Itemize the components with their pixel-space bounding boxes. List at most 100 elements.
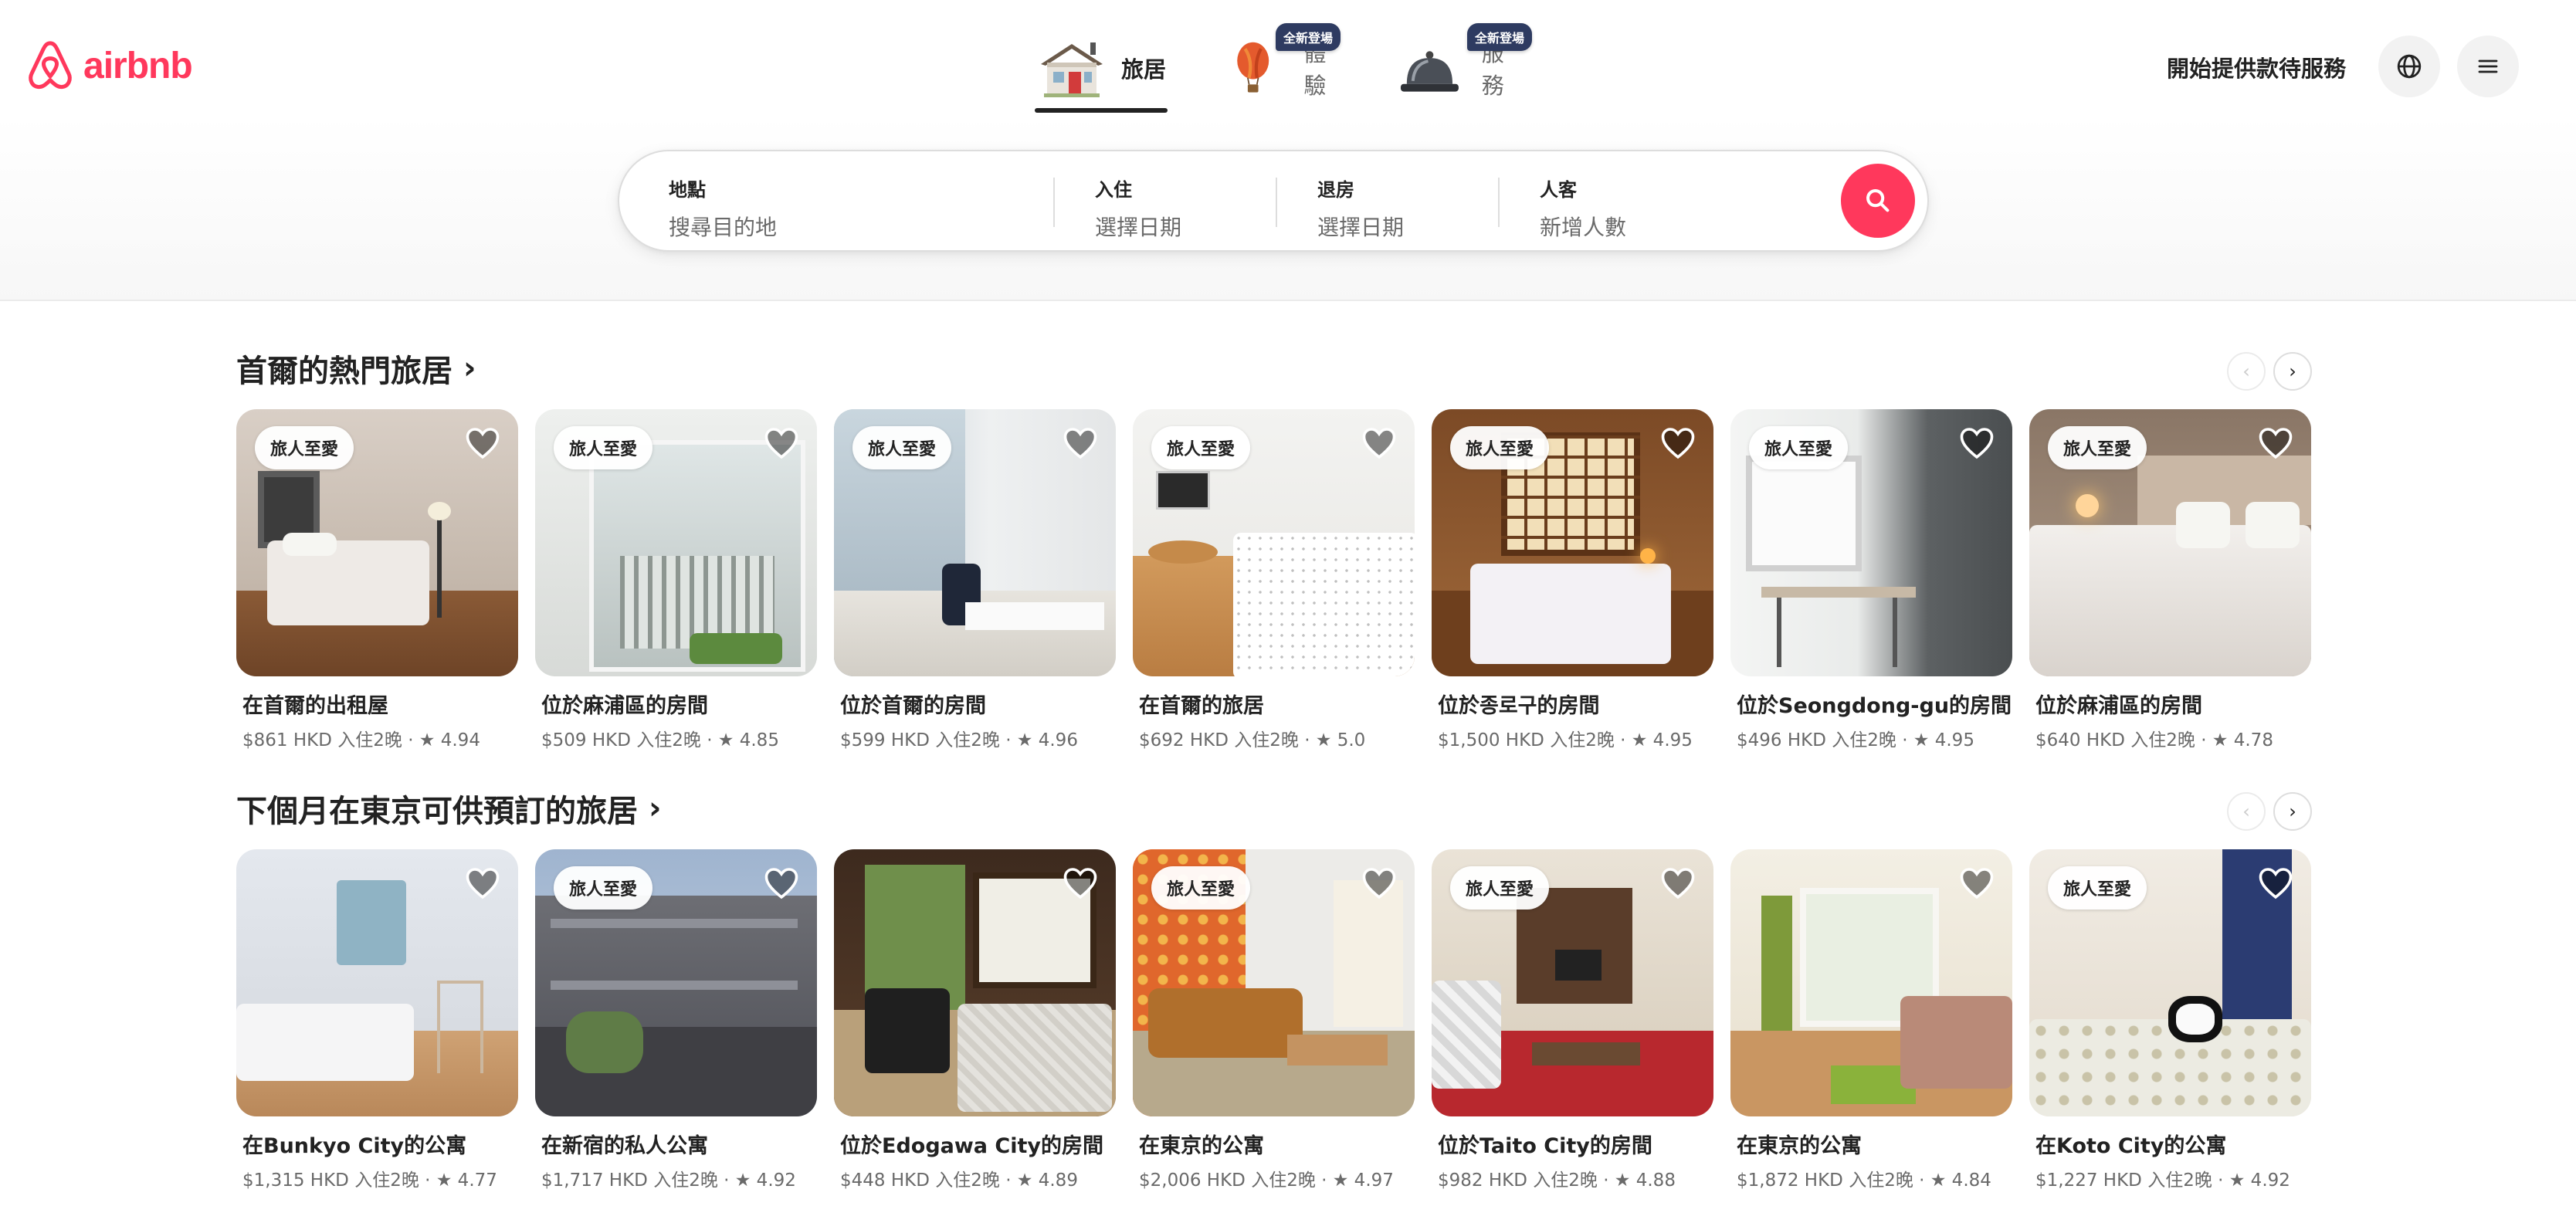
listing-photo[interactable]: 旅人至愛 bbox=[535, 849, 817, 1116]
heart-icon[interactable] bbox=[1361, 425, 1398, 462]
listing-photo[interactable]: 旅人至愛 bbox=[1133, 409, 1415, 676]
listing-price-rating: $496 HKD 入住2晚 · ★ 4.95 bbox=[1737, 730, 1974, 750]
heart-icon[interactable] bbox=[464, 425, 501, 462]
listing-photo[interactable]: 旅人至愛 bbox=[1133, 849, 1415, 1116]
listing-card[interactable]: 旅人至愛 位於Seongdong-gu的房間 $496 HKD 入住2晚 · ★… bbox=[1730, 409, 2012, 751]
heart-icon[interactable] bbox=[1659, 865, 1696, 902]
service-bell-icon bbox=[1400, 51, 1459, 92]
listing-photo[interactable]: 旅人至愛 bbox=[834, 409, 1116, 676]
listing-title: 在東京的公寓 bbox=[1139, 1134, 1264, 1158]
listing-card[interactable]: 位於Edogawa City的房間 $448 HKD 入住2晚 · ★ 4.89 bbox=[834, 849, 1116, 1191]
heart-icon[interactable] bbox=[1958, 425, 1995, 462]
heart-icon[interactable] bbox=[763, 425, 800, 462]
checkin-field[interactable]: 入住 選擇日期 bbox=[1095, 174, 1181, 242]
listing-photo[interactable]: 旅人至愛 bbox=[2029, 409, 2311, 676]
guest-favorite-badge: 旅人至愛 bbox=[554, 426, 653, 469]
listing-photo[interactable] bbox=[834, 849, 1116, 1116]
heart-icon[interactable] bbox=[1062, 865, 1099, 902]
tab-services[interactable]: 服務 全新登場 bbox=[1396, 23, 1533, 113]
tab-stays[interactable]: 旅居 bbox=[1035, 23, 1168, 113]
globe-icon bbox=[2397, 54, 2422, 79]
listing-card[interactable]: 旅人至愛 位於Taito City的房間 $982 HKD 入住2晚 · ★ 4… bbox=[1432, 849, 1713, 1191]
destination-field[interactable]: 地點 搜尋目的地 bbox=[669, 174, 777, 242]
guest-favorite-badge: 旅人至愛 bbox=[1450, 866, 1550, 910]
divider bbox=[1053, 178, 1055, 227]
section-seoul-popular: 首爾的熱門旅居 › ‹ › 旅人至愛 在首爾的出租屋 $861 HKD 入住2晚… bbox=[236, 346, 2312, 750]
checkout-field[interactable]: 退房 選擇日期 bbox=[1317, 174, 1404, 242]
search-bar: 地點 搜尋目的地 入住 選擇日期 退房 選擇日期 人客 新增人數 bbox=[618, 150, 1929, 252]
listing-photo[interactable]: 旅人至愛 bbox=[1432, 409, 1713, 676]
guests-field[interactable]: 人客 新增人數 bbox=[1540, 174, 1626, 242]
listing-price-rating: $1,315 HKD 入住2晚 · ★ 4.77 bbox=[242, 1170, 497, 1191]
listing-price-rating: $861 HKD 入住2晚 · ★ 4.94 bbox=[242, 730, 480, 750]
divider bbox=[1276, 178, 1277, 227]
heart-icon[interactable] bbox=[763, 865, 800, 902]
field-label: 退房 bbox=[1317, 179, 1354, 201]
hamburger-menu-icon bbox=[2478, 59, 2498, 73]
listing-photo[interactable]: 旅人至愛 bbox=[1432, 849, 1713, 1116]
carousel-next-button[interactable]: › bbox=[2273, 352, 2312, 391]
brand-name: airbnb bbox=[83, 45, 193, 86]
checkout-placeholder: 選擇日期 bbox=[1317, 215, 1405, 240]
listing-photo[interactable] bbox=[1730, 849, 2012, 1116]
guest-favorite-badge: 旅人至愛 bbox=[2048, 426, 2147, 469]
divider bbox=[1498, 178, 1500, 227]
heart-icon[interactable] bbox=[1659, 425, 1696, 462]
listing-title: 位於麻浦區的房間 bbox=[2035, 694, 2202, 718]
listing-title: 位於首爾的房間 bbox=[840, 694, 986, 718]
main-menu-button[interactable] bbox=[2457, 36, 2519, 97]
new-badge: 全新登場 bbox=[1467, 23, 1533, 51]
listing-card[interactable]: 旅人至愛 位於종로구的房間 $1,500 HKD 入住2晚 · ★ 4.95 bbox=[1432, 409, 1713, 751]
carousel-prev-button[interactable]: ‹ bbox=[2227, 792, 2266, 831]
listing-card[interactable]: 旅人至愛 在首爾的旅居 $692 HKD 入住2晚 · ★ 5.0 bbox=[1133, 409, 1415, 751]
heart-icon[interactable] bbox=[464, 865, 501, 902]
become-host-link[interactable]: 開始提供款待服務 bbox=[2167, 51, 2346, 83]
listing-price-rating: $448 HKD 入住2晚 · ★ 4.89 bbox=[840, 1170, 1078, 1191]
section-title: 首爾的熱門旅居 bbox=[236, 354, 452, 389]
search-button[interactable] bbox=[1841, 164, 1915, 238]
listing-card[interactable]: 旅人至愛 位於麻浦區的房間 $640 HKD 入住2晚 · ★ 4.78 bbox=[2029, 409, 2311, 751]
listing-card[interactable]: 旅人至愛 在新宿的私人公寓 $1,717 HKD 入住2晚 · ★ 4.92 bbox=[535, 849, 817, 1191]
listing-card[interactable]: 旅人至愛 在Koto City的公寓 $1,227 HKD 入住2晚 · ★ 4… bbox=[2029, 849, 2311, 1191]
destination-placeholder: 搜尋目的地 bbox=[669, 215, 778, 240]
listing-title: 在首爾的出租屋 bbox=[242, 694, 388, 718]
listing-card[interactable]: 在Bunkyo City的公寓 $1,315 HKD 入住2晚 · ★ 4.77 bbox=[236, 849, 518, 1191]
heart-icon[interactable] bbox=[1958, 865, 1995, 902]
guest-favorite-badge: 旅人至愛 bbox=[1151, 866, 1251, 910]
section-tokyo-next-month: 下個月在東京可供預訂的旅居 › ‹ › 在Bunkyo City的公寓 $1,3… bbox=[236, 786, 2312, 1191]
listing-photo[interactable]: 旅人至愛 bbox=[236, 409, 518, 676]
heart-icon[interactable] bbox=[2257, 865, 2294, 902]
listing-card[interactable]: 旅人至愛 在東京的公寓 $2,006 HKD 入住2晚 · ★ 4.97 bbox=[1133, 849, 1415, 1191]
chevron-right-icon: › bbox=[463, 351, 476, 386]
listing-card[interactable]: 旅人至愛 在首爾的出租屋 $861 HKD 入住2晚 · ★ 4.94 bbox=[236, 409, 518, 751]
guest-favorite-badge: 旅人至愛 bbox=[852, 426, 952, 469]
listing-price-rating: $599 HKD 入住2晚 · ★ 4.96 bbox=[840, 730, 1078, 750]
carousel-next-button[interactable]: › bbox=[2273, 792, 2312, 831]
top-header: airbnb 旅居 體驗 全新登場 服務 全新登場 開始提供款待服務 地點 搜尋… bbox=[0, 0, 2576, 301]
listing-title: 位於Taito City的房間 bbox=[1438, 1134, 1652, 1158]
heart-icon[interactable] bbox=[1062, 425, 1099, 462]
listing-price-rating: $640 HKD 入住2晚 · ★ 4.78 bbox=[2035, 730, 2273, 750]
listing-title: 在Koto City的公寓 bbox=[2035, 1134, 2227, 1158]
listing-title: 在東京的公寓 bbox=[1737, 1134, 1862, 1158]
heart-icon[interactable] bbox=[2257, 425, 2294, 462]
guest-favorite-badge: 旅人至愛 bbox=[1450, 426, 1550, 469]
listing-card[interactable]: 旅人至愛 位於麻浦區的房間 $509 HKD 入住2晚 · ★ 4.85 bbox=[535, 409, 817, 751]
listing-card[interactable]: 旅人至愛 位於首爾的房間 $599 HKD 入住2晚 · ★ 4.96 bbox=[834, 409, 1116, 751]
language-button[interactable] bbox=[2378, 36, 2440, 97]
listing-photo[interactable] bbox=[236, 849, 518, 1116]
listing-title: 在新宿的私人公寓 bbox=[541, 1134, 708, 1158]
airbnb-logo[interactable]: airbnb bbox=[26, 40, 193, 91]
section-title-link[interactable]: 首爾的熱門旅居 › bbox=[236, 346, 476, 391]
heart-icon[interactable] bbox=[1361, 865, 1398, 902]
field-label: 人客 bbox=[1540, 179, 1577, 201]
carousel-prev-button[interactable]: ‹ bbox=[2227, 352, 2266, 391]
listing-photo[interactable]: 旅人至愛 bbox=[1730, 409, 2012, 676]
tab-experiences[interactable]: 體驗 全新登場 bbox=[1228, 23, 1344, 113]
listing-card[interactable]: 在東京的公寓 $1,872 HKD 入住2晚 · ★ 4.84 bbox=[1730, 849, 2012, 1191]
listing-photo[interactable]: 旅人至愛 bbox=[2029, 849, 2311, 1116]
section-title-link[interactable]: 下個月在東京可供預訂的旅居 › bbox=[236, 786, 661, 831]
listing-photo[interactable]: 旅人至愛 bbox=[535, 409, 817, 676]
guest-favorite-badge: 旅人至愛 bbox=[1151, 426, 1251, 469]
listing-title: 位於Edogawa City的房間 bbox=[840, 1134, 1104, 1158]
